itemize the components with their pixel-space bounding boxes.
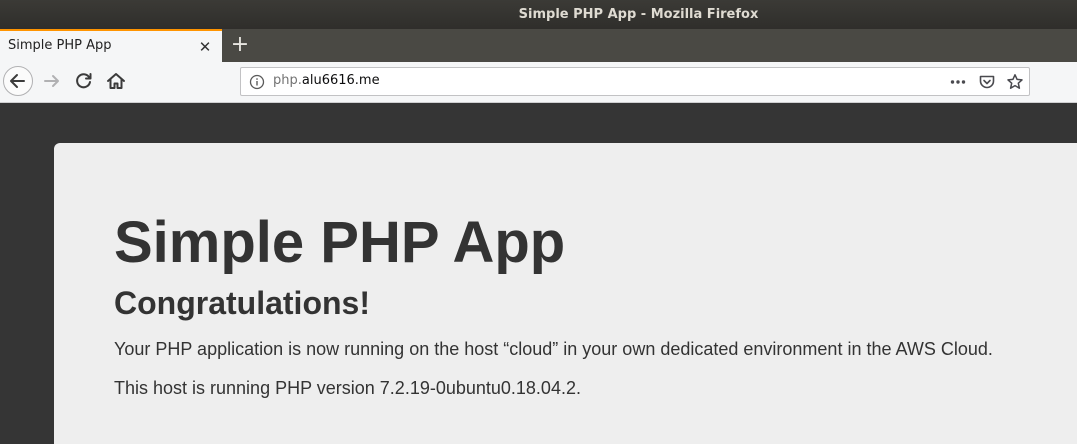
back-arrow-icon [10,74,25,88]
tab-strip: Simple PHP App ✕ + [0,29,1077,62]
site-info-icon[interactable] [249,74,265,90]
reload-button[interactable] [72,69,96,93]
title-bar: Simple PHP App - Mozilla Firefox [0,0,1077,29]
tab-label: Simple PHP App [8,38,112,53]
php-version-paragraph: This host is running PHP version 7.2.19-… [114,378,581,398]
page-content: Simple PHP App Congratulations! Your PHP… [0,103,1077,444]
url-bar[interactable]: php.alu6616.me [240,67,1030,96]
bookmark-star-icon[interactable] [1006,73,1024,91]
pocket-icon[interactable] [978,73,996,91]
home-button[interactable] [104,69,128,93]
page-actions-icon[interactable] [949,73,967,91]
forward-button[interactable] [40,69,64,93]
close-tab-icon[interactable]: ✕ [196,38,214,56]
status-paragraph: Your PHP application is now running on t… [114,339,993,359]
reload-icon [76,73,92,89]
back-button[interactable] [3,66,33,96]
new-tab-button[interactable]: + [226,31,254,59]
url-subdomain: php. [273,73,302,88]
content-card: Simple PHP App Congratulations! Your PHP… [54,143,1077,444]
home-icon [107,73,125,89]
forward-arrow-icon [44,75,59,87]
navigation-toolbar: php.alu6616.me [0,62,1077,103]
url-text[interactable]: php.alu6616.me [273,73,380,88]
window-title: Simple PHP App - Mozilla Firefox [518,7,759,22]
url-domain: alu6616.me [301,73,380,88]
page-subheading: Congratulations! [114,285,370,321]
page-heading: Simple PHP App [114,210,566,275]
browser-window: Simple PHP App - Mozilla Firefox Simple … [0,0,1077,444]
tab-simple-php-app[interactable]: Simple PHP App ✕ [0,29,222,62]
